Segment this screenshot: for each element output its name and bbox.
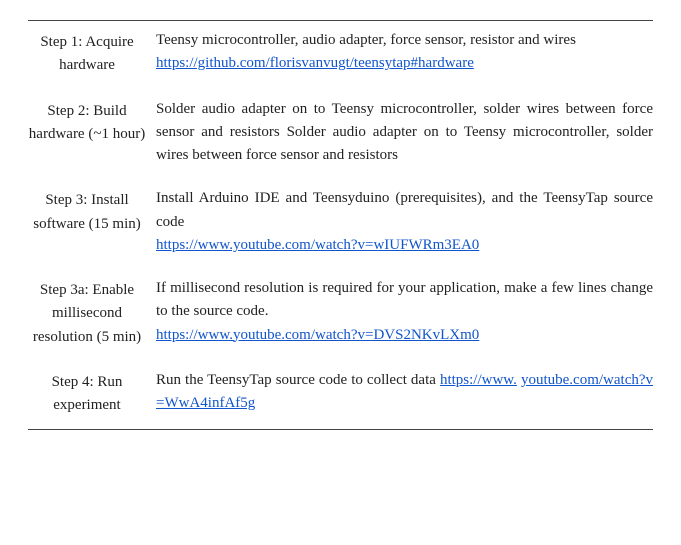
step-link-part1[interactable]: https://www. xyxy=(440,372,517,388)
step-description: Run the TeensyTap source code to collect… xyxy=(156,372,440,388)
step-description: Install Arduino IDE and Teensyduino (pre… xyxy=(156,190,653,229)
step-link[interactable]: https://www.youtube.com/watch?v=DVS2NKvL… xyxy=(156,327,479,343)
step-body: If millisecond resolution is required fo… xyxy=(146,277,653,347)
table-row: Step 3a: Enable millisecond resolution (… xyxy=(28,269,653,361)
step-link[interactable]: https://www.youtube.com/watch?v=wIUFWRm3… xyxy=(156,237,479,253)
step-label: Step 1: Acquire hardware xyxy=(28,29,146,78)
step-description: Teensy microcontroller, audio adapter, f… xyxy=(156,32,576,48)
step-body: Run the TeensyTap source code to collect… xyxy=(146,369,653,416)
step-label: Step 4: Run experiment xyxy=(28,369,146,418)
step-link[interactable]: https://github.com/florisvanvugt/teensyt… xyxy=(156,55,474,71)
step-label: Step 2: Build hardware (~1 hour) xyxy=(28,98,146,147)
table-row: Step 3: Install software (15 min) Instal… xyxy=(28,179,653,269)
step-body: Teensy microcontroller, audio adapter, f… xyxy=(146,29,653,76)
step-label: Step 3a: Enable millisecond resolution (… xyxy=(28,277,146,349)
step-label: Step 3: Install software (15 min) xyxy=(28,187,146,236)
step-body: Solder audio adapter on to Teensy microc… xyxy=(146,98,653,168)
step-description: Solder audio adapter on to Teensy microc… xyxy=(156,101,653,164)
step-description: If millisecond resolution is required fo… xyxy=(156,280,653,319)
table-row: Step 2: Build hardware (~1 hour) Solder … xyxy=(28,90,653,180)
steps-table: Step 1: Acquire hardware Teensy microcon… xyxy=(28,20,653,430)
step-body: Install Arduino IDE and Teensyduino (pre… xyxy=(146,187,653,257)
table-row: Step 1: Acquire hardware Teensy microcon… xyxy=(28,21,653,90)
table-row: Step 4: Run experiment Run the TeensyTap… xyxy=(28,361,653,430)
